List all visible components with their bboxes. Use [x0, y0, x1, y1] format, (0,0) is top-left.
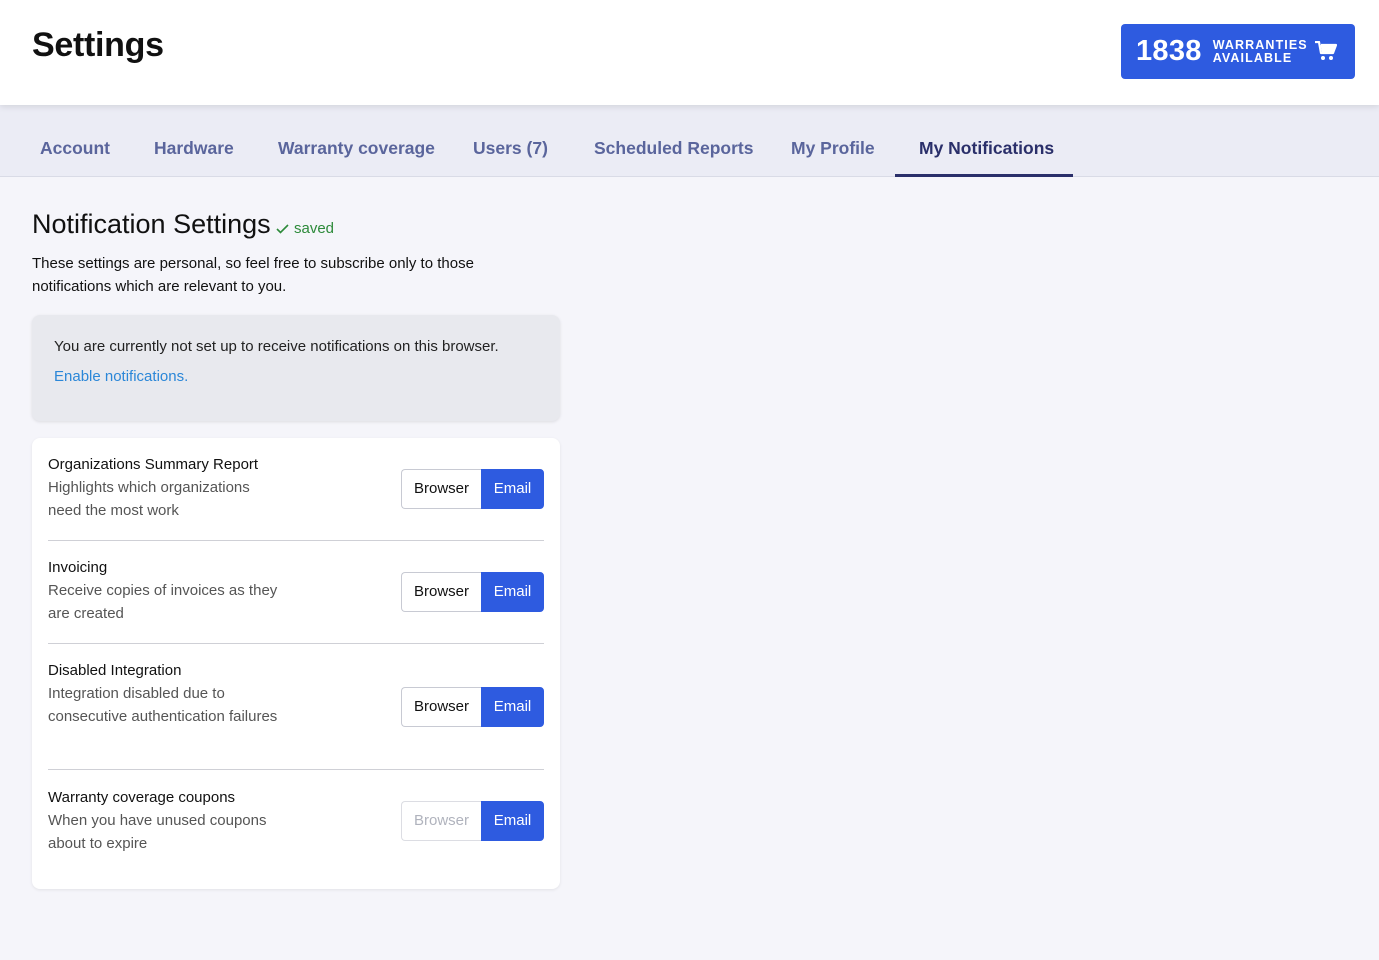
page-title: Settings: [32, 26, 164, 64]
notification-description: When you have unused coupons about to ex…: [48, 812, 267, 852]
tab-account[interactable]: Account: [40, 105, 110, 176]
row-divider: [48, 769, 544, 770]
browser-option[interactable]: Browser: [401, 572, 481, 612]
warranty-count: 1838: [1136, 35, 1202, 67]
browser-notice: You are currently not set up to receive …: [32, 315, 560, 421]
row-divider: [48, 643, 544, 644]
warranty-label-line2: AVAILABLE: [1212, 50, 1293, 65]
top-bar: Settings 1838 WARRANTIES AVAILABLE: [0, 0, 1379, 105]
warranty-label-line1: WARRANTIES: [1212, 37, 1308, 52]
tab-bar: Account Hardware Warranty coverage Users…: [0, 105, 1379, 177]
tab-scheduled-reports[interactable]: Scheduled Reports: [594, 105, 753, 176]
notification-row: Organizations Summary Report Highlights …: [48, 453, 544, 522]
notification-row: Warranty coverage coupons When you have …: [48, 786, 544, 855]
notification-description: Integration disabled due to consecutive …: [48, 685, 278, 725]
delivery-toggle: Browser Email: [401, 469, 544, 509]
email-option[interactable]: Email: [481, 572, 544, 612]
enable-notifications-link[interactable]: Enable notifications.: [54, 368, 188, 385]
browser-option[interactable]: Browser: [401, 687, 481, 727]
delivery-toggle: Browser Email: [401, 572, 544, 612]
warranty-label: WARRANTIES AVAILABLE: [1212, 37, 1313, 65]
notice-text: You are currently not set up to receive …: [54, 338, 499, 355]
tab-users[interactable]: Users (7): [473, 105, 548, 176]
delivery-toggle: Browser Email: [401, 687, 544, 727]
notification-description: Receive copies of invoices as they are c…: [48, 582, 278, 622]
notification-title: Disabled Integration: [48, 662, 182, 679]
email-option[interactable]: Email: [481, 469, 544, 509]
section-description: These settings are personal, so feel fre…: [32, 255, 474, 295]
browser-option[interactable]: Browser: [401, 469, 481, 509]
saved-status: saved: [276, 220, 334, 237]
tab-my-notifications[interactable]: My Notifications: [919, 105, 1054, 176]
warranties-available-button[interactable]: 1838 WARRANTIES AVAILABLE: [1121, 24, 1355, 79]
browser-option-disabled: Browser: [401, 801, 481, 841]
notification-list: Organizations Summary Report Highlights …: [32, 438, 560, 889]
tab-my-profile[interactable]: My Profile: [791, 105, 875, 176]
notification-description: Highlights which organizations need the …: [48, 479, 250, 519]
email-option[interactable]: Email: [481, 687, 544, 727]
saved-label: saved: [294, 220, 335, 237]
row-divider: [48, 540, 544, 541]
notification-row: Invoicing Receive copies of invoices as …: [48, 556, 544, 625]
cart-icon: [1315, 41, 1337, 60]
tab-warranty-coverage[interactable]: Warranty coverage: [278, 105, 435, 176]
section-title: Notification Settings: [32, 209, 271, 239]
checkmark-icon: [276, 223, 289, 234]
notification-row: Disabled Integration Integration disable…: [48, 659, 544, 728]
email-option[interactable]: Email: [481, 801, 544, 841]
delivery-toggle: Browser Email: [401, 801, 544, 841]
active-tab-indicator: [895, 174, 1073, 177]
tab-hardware[interactable]: Hardware: [154, 105, 234, 176]
